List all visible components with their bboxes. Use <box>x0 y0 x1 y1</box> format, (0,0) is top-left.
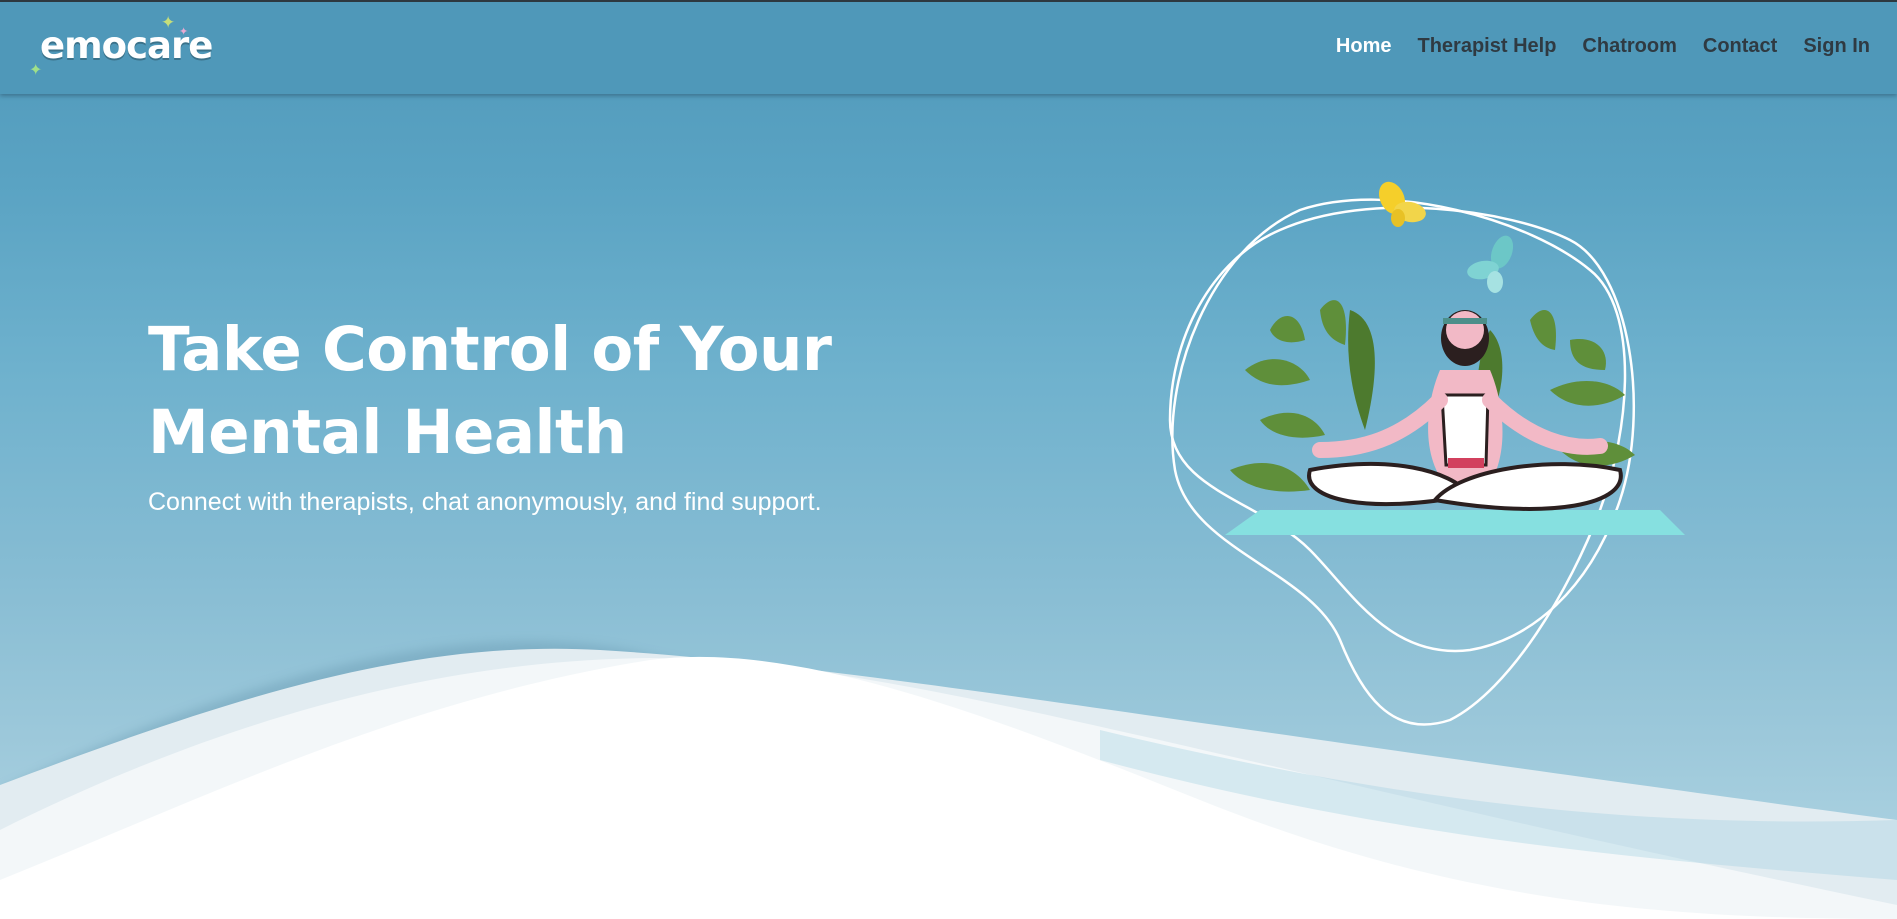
hero-subtitle: Connect with therapists, chat anonymousl… <box>148 488 822 516</box>
butterfly-teal-icon <box>1467 235 1514 293</box>
meditation-illustration <box>1168 181 1685 726</box>
nav-chatroom-link[interactable]: Chatroom <box>1582 35 1676 58</box>
hero-title-line-1: Take Control of Your <box>148 314 832 385</box>
nav-therapist-help-link[interactable]: Therapist Help <box>1418 35 1557 58</box>
top-navigation-bar: ✦ ✦ ✦ emocare Home Therapist Help Chatro… <box>0 2 1897 94</box>
nav-contact-link[interactable]: Contact <box>1703 35 1777 58</box>
hero-title-line-2: Mental Health <box>148 397 627 468</box>
brand-logo[interactable]: emocare <box>40 24 213 67</box>
main-menu: Home Therapist Help Chatroom Contact Sig… <box>1336 35 1870 58</box>
nav-home-link[interactable]: Home <box>1336 35 1392 58</box>
hero-title: Take Control of Your Mental Health <box>148 308 832 474</box>
yoga-mat <box>1225 510 1685 535</box>
nav-sign-in-link[interactable]: Sign In <box>1803 35 1870 58</box>
